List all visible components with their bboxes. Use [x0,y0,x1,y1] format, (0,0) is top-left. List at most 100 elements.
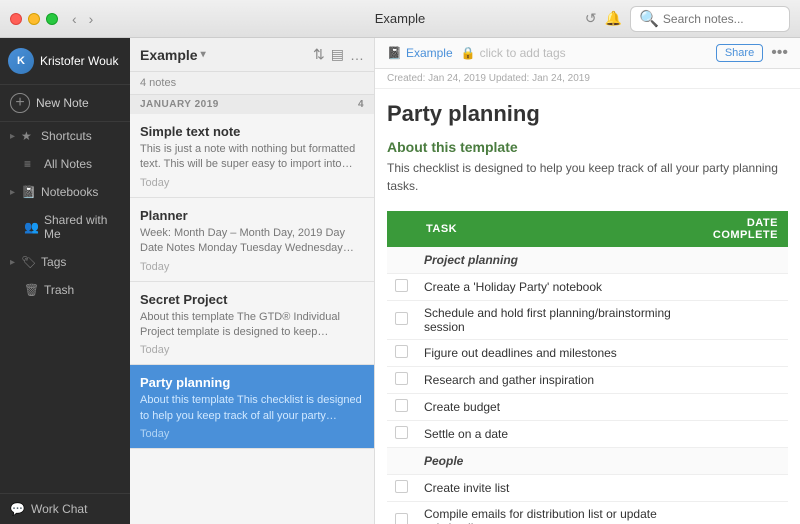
tag-area[interactable]: 🔒 click to add tags [461,46,708,60]
share-button[interactable]: Share [716,44,763,62]
date-col [688,274,788,301]
note-preview: This is just a note with nothing but for… [140,142,364,173]
shared-icon: 👥 [24,220,38,234]
note-body[interactable]: Party planning About this template This … [375,89,800,524]
search-input[interactable] [663,12,781,26]
title-bar: ‹ › Example ↺ 🔔 🔍 [0,0,800,38]
checkbox-cell[interactable] [387,367,416,394]
shortcuts-icon: ★ [21,129,35,143]
sidebar-item-trash[interactable]: 🗑 Trash [0,276,130,304]
traffic-lights [10,13,58,25]
note-date: Today [140,428,364,440]
month-label: JANUARY 2019 [140,99,219,110]
note-item-2[interactable]: Secret Project About this template The G… [130,282,374,366]
date-col [688,421,788,448]
sync-icon[interactable]: ↺ [585,10,597,27]
sidebar-item-label: Shortcuts [41,129,92,143]
note-content-panel: 📓 Example 🔒 click to add tags Share ••• … [375,38,800,524]
table-row: Create invite list [387,475,788,502]
note-item-3[interactable]: Party planning About this template This … [130,365,374,449]
note-date: Today [140,344,364,356]
search-icon: 🔍 [639,9,659,29]
date-col [688,301,788,340]
notebooks-icon: 📓 [21,185,35,199]
search-box[interactable]: 🔍 [630,6,790,32]
sidebar-item-label: All Notes [44,157,92,171]
fullscreen-button[interactable] [46,13,58,25]
checkbox[interactable] [395,426,408,439]
sidebar-header: K Kristofer Wouk [0,38,130,85]
checkbox[interactable] [395,372,408,385]
sidebar-item-tags[interactable]: ▸ 🏷 Tags [0,248,130,276]
more-options-button[interactable]: … [350,47,364,63]
checkbox-cell[interactable] [387,340,416,367]
sort-button[interactable]: ⇅ [313,46,325,63]
task-text: Compile emails for distribution list or … [416,502,688,524]
avatar: K [8,48,34,74]
sidebar-item-all-notes[interactable]: ≡ All Notes [0,150,130,178]
col-task: TASK [416,211,688,247]
more-button[interactable]: ••• [771,44,788,62]
month-count: 4 [358,99,364,110]
sidebar-item-label: Trash [44,283,74,297]
note-preview: About this template The GTD® Individual … [140,310,364,341]
sidebar-item-shortcuts[interactable]: ▸ ★ Shortcuts [0,122,130,150]
breadcrumb-label: Example [406,46,453,60]
note-list-panel: Example ▾ ⇅ ▤ … 4 notes JANUARY 2019 4 S… [130,38,375,524]
sidebar: K Kristofer Wouk + New Note ▸ ★ Shortcut… [0,38,130,524]
sidebar-item-shared-with-me[interactable]: 👥 Shared with Me [0,206,130,248]
breadcrumb-icon: 📓 [387,46,402,60]
task-text: Create a 'Holiday Party' notebook [416,274,688,301]
bell-icon[interactable]: 🔔 [605,10,622,27]
checkbox-cell[interactable] [387,274,416,301]
note-main-title: Party planning [387,101,788,127]
about-title: About this template [387,139,788,155]
checklist-table: TASK DATE COMPLETE Project planning Crea… [387,211,788,524]
minimize-button[interactable] [28,13,40,25]
about-text: This checklist is designed to help you k… [387,159,788,195]
view-button[interactable]: ▤ [331,46,344,63]
note-item-0[interactable]: Simple text note This is just a note wit… [130,114,374,198]
month-header: JANUARY 2019 4 [130,95,374,114]
note-preview: About this template This checklist is de… [140,393,364,424]
close-button[interactable] [10,13,22,25]
note-item-1[interactable]: Planner Week: Month Day – Month Day, 201… [130,198,374,282]
checkbox-cell[interactable] [387,475,416,502]
date-col [688,340,788,367]
table-row: Schedule and hold first planning/brainst… [387,301,788,340]
task-text: Figure out deadlines and milestones [416,340,688,367]
checkbox-cell[interactable] [387,421,416,448]
work-chat-button[interactable]: 💬 Work Chat [0,493,130,524]
table-row: Compile emails for distribution list or … [387,502,788,524]
checkbox-cell[interactable] [387,394,416,421]
date-col [688,502,788,524]
task-text: Create budget [416,394,688,421]
checkbox[interactable] [395,279,408,292]
note-count-bar: 4 notes [130,72,374,95]
title-right-actions: ↺ 🔔 🔍 [585,6,790,32]
checkbox-cell[interactable] [387,502,416,524]
checkbox[interactable] [395,312,408,325]
about-section: About this template This checklist is de… [387,139,788,195]
col-checkbox [387,211,416,247]
checkbox[interactable] [395,480,408,493]
date-col [688,367,788,394]
nav-arrows: ‹ › [68,9,97,29]
checkbox[interactable] [395,513,408,524]
back-button[interactable]: ‹ [68,9,81,29]
checkbox-cell[interactable] [387,301,416,340]
forward-button[interactable]: › [85,9,98,29]
app-body: K Kristofer Wouk + New Note ▸ ★ Shortcut… [0,38,800,524]
sidebar-item-notebooks[interactable]: ▸ 📓 Notebooks [0,178,130,206]
breadcrumb[interactable]: 📓 Example [387,46,453,60]
task-text: Schedule and hold first planning/brainst… [416,301,688,340]
note-title: Simple text note [140,124,364,139]
checkbox[interactable] [395,345,408,358]
checkbox[interactable] [395,399,408,412]
new-note-button[interactable]: + New Note [0,85,130,122]
chevron-icon: ▸ [10,187,15,198]
date-col [688,394,788,421]
task-text: Research and gather inspiration [416,367,688,394]
notes-scroll[interactable]: JANUARY 2019 4 Simple text note This is … [130,95,374,524]
chat-icon: 💬 [10,502,25,516]
